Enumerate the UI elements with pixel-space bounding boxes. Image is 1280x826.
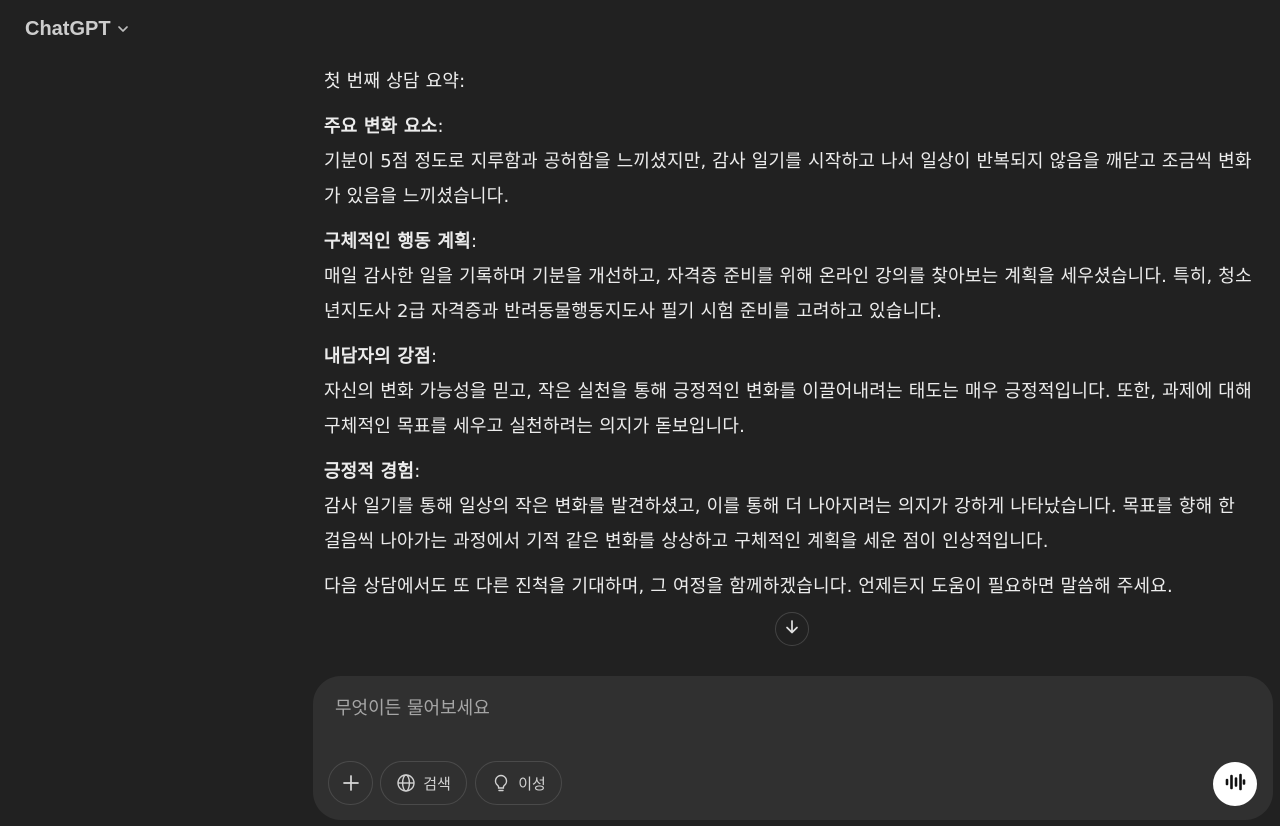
section-heading-text: 내담자의 강점 — [324, 346, 432, 367]
model-name: ChatGPT — [25, 17, 111, 40]
section-body: 기분이 5점 정도로 지루함과 공허함을 느끼셨지만, 감사 일기를 시작하고 … — [324, 151, 1252, 207]
assistant-message: 첫 번째 상담 요약: 주요 변화 요소: 기분이 5점 정도로 지루함과 공허… — [324, 64, 1254, 604]
summary-section: 내담자의 강점: 자신의 변화 가능성을 믿고, 작은 실천을 통해 긍정적인 … — [324, 339, 1254, 444]
section-heading-text: 주요 변화 요소 — [324, 116, 438, 137]
chevron-down-icon — [117, 23, 129, 35]
message-input[interactable] — [333, 692, 1197, 724]
search-button-label: 검색 — [423, 774, 451, 793]
message-intro: 첫 번째 상담 요약: — [324, 71, 466, 92]
attach-button[interactable] — [328, 761, 373, 805]
summary-section: 구체적인 행동 계획: 매일 감사한 일을 기록하며 기분을 개선하고, 자격증… — [324, 224, 1254, 329]
summary-section: 긍정적 경험: 감사 일기를 통해 일상의 작은 변화를 발견하셨고, 이를 통… — [324, 454, 1254, 559]
message-closing: 다음 상담에서도 또 다른 진척을 기대하며, 그 여정을 함께하겠습니다. 언… — [324, 576, 1173, 597]
scroll-to-bottom-button[interactable] — [775, 612, 809, 646]
plus-icon — [342, 774, 360, 792]
summary-section: 주요 변화 요소: 기분이 5점 정도로 지루함과 공허함을 느끼셨지만, 감사… — [324, 109, 1254, 214]
chat-app: ChatGPT 첫 번째 상담 요약: 주요 변화 요소: 기분이 5점 정도로… — [0, 0, 1280, 826]
section-heading: 긍정적 경험: — [324, 461, 421, 482]
composer: 검색 이성 — [313, 676, 1273, 820]
voice-wave-icon — [1224, 771, 1246, 797]
section-heading: 주요 변화 요소: — [324, 116, 444, 137]
voice-mode-button[interactable] — [1213, 762, 1257, 806]
section-heading: 내담자의 강점: — [324, 346, 438, 367]
search-button[interactable]: 검색 — [380, 761, 467, 805]
lightbulb-icon — [491, 773, 511, 793]
globe-icon — [396, 773, 416, 793]
section-heading-text: 긍정적 경험 — [324, 461, 415, 482]
reason-button[interactable]: 이성 — [475, 761, 562, 805]
section-body: 자신의 변화 가능성을 믿고, 작은 실천을 통해 긍정적인 변화를 이끌어내려… — [324, 381, 1252, 437]
arrow-down-icon — [784, 619, 800, 639]
reason-button-label: 이성 — [518, 774, 546, 793]
model-switcher[interactable]: ChatGPT — [14, 11, 140, 47]
section-heading-text: 구체적인 행동 계획 — [324, 231, 472, 252]
section-body: 감사 일기를 통해 일상의 작은 변화를 발견하셨고, 이를 통해 더 나아지려… — [324, 496, 1236, 552]
section-heading: 구체적인 행동 계획: — [324, 231, 478, 252]
section-body: 매일 감사한 일을 기록하며 기분을 개선하고, 자격증 준비를 위해 온라인 … — [324, 266, 1252, 322]
